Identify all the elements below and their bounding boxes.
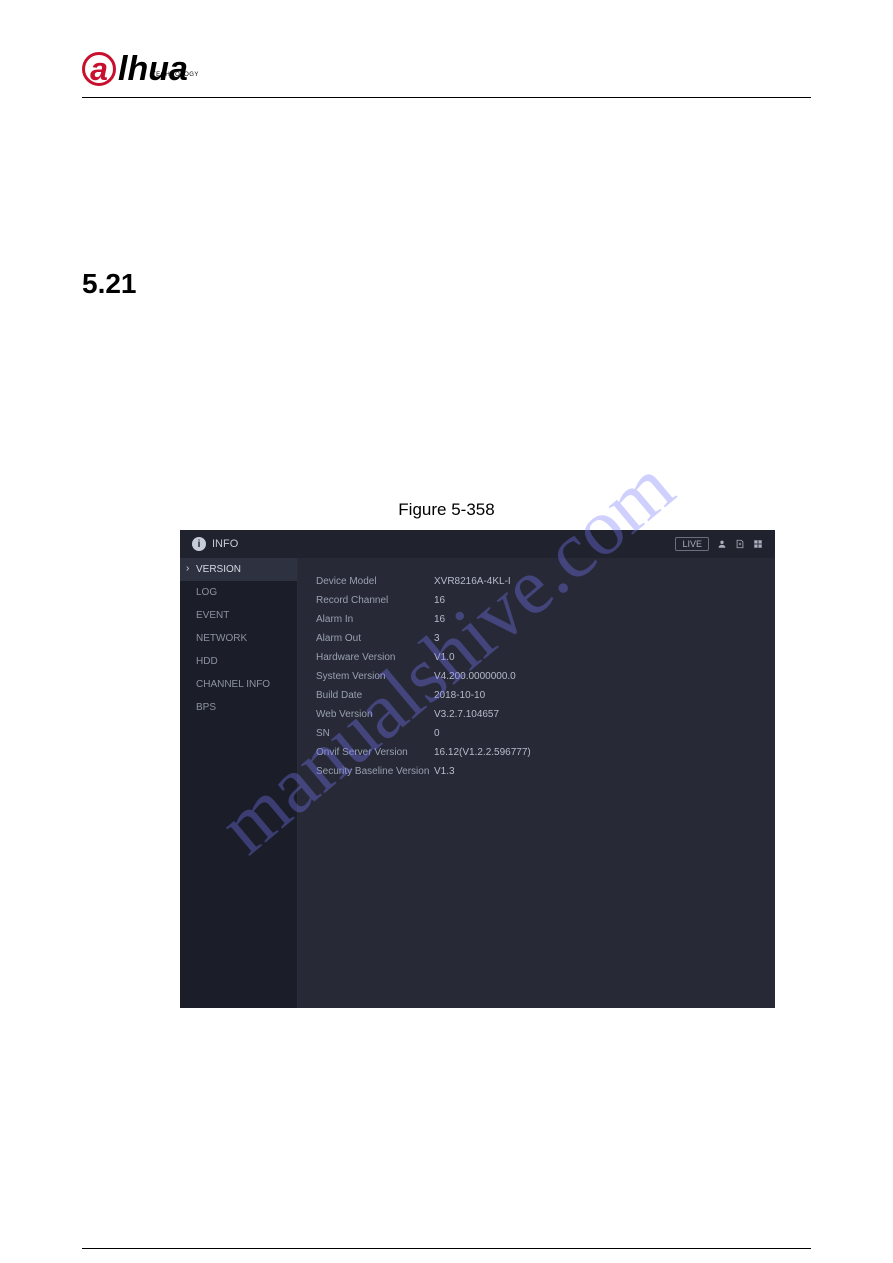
label-record-channel: Record Channel bbox=[316, 595, 434, 606]
sidebar-item-bps[interactable]: BPS bbox=[180, 696, 297, 719]
row-hardware-version: Hardware VersionV1.0 bbox=[316, 648, 757, 667]
sidebar-item-hdd[interactable]: HDD bbox=[180, 650, 297, 673]
row-sn: SN0 bbox=[316, 724, 757, 743]
value-system-version: V4.200.0000000.0 bbox=[434, 671, 516, 682]
sidebar-item-label: LOG bbox=[196, 587, 217, 598]
value-web-version: V3.2.7.104657 bbox=[434, 709, 499, 720]
value-sn: 0 bbox=[434, 728, 440, 739]
sidebar-item-log[interactable]: LOG bbox=[180, 581, 297, 604]
sidebar-item-label: BPS bbox=[196, 702, 216, 713]
label-onvif-version: Onvif Server Version bbox=[316, 747, 434, 758]
user-icon[interactable] bbox=[717, 539, 727, 549]
label-build-date: Build Date bbox=[316, 690, 434, 701]
value-security-baseline: V1.3 bbox=[434, 766, 455, 777]
footer-rule bbox=[82, 1248, 811, 1249]
app-title-group: i INFO bbox=[192, 537, 238, 551]
label-system-version: System Version bbox=[316, 671, 434, 682]
value-device-model: XVR8216A-4KL-I bbox=[434, 576, 511, 587]
app-body: VERSION LOG EVENT NETWORK HDD CHANNEL IN… bbox=[180, 558, 775, 1008]
row-web-version: Web VersionV3.2.7.104657 bbox=[316, 705, 757, 724]
sidebar-item-version[interactable]: VERSION bbox=[180, 558, 297, 581]
figure-caption: Figure 5-358 bbox=[82, 500, 811, 520]
header-logo-row: a lhua TECHNOLOGY bbox=[82, 50, 811, 98]
export-icon[interactable] bbox=[735, 539, 745, 549]
label-hardware-version: Hardware Version bbox=[316, 652, 434, 663]
label-device-model: Device Model bbox=[316, 576, 434, 587]
sidebar-item-label: HDD bbox=[196, 656, 218, 667]
live-badge: LIVE bbox=[675, 537, 709, 551]
row-security-baseline: Security Baseline VersionV1.3 bbox=[316, 762, 757, 781]
value-record-channel: 16 bbox=[434, 595, 445, 606]
row-system-version: System VersionV4.200.0000000.0 bbox=[316, 667, 757, 686]
content-panel: Device ModelXVR8216A-4KL-I Record Channe… bbox=[298, 558, 775, 1008]
sidebar-item-channel-info[interactable]: CHANNEL INFO bbox=[180, 673, 297, 696]
row-build-date: Build Date2018-10-10 bbox=[316, 686, 757, 705]
row-alarm-in: Alarm In16 bbox=[316, 610, 757, 629]
value-alarm-in: 16 bbox=[434, 614, 445, 625]
brand-logo: a lhua TECHNOLOGY bbox=[82, 50, 235, 89]
value-onvif-version: 16.12(V1.2.2.596777) bbox=[434, 747, 531, 758]
row-onvif-version: Onvif Server Version16.12(V1.2.2.596777) bbox=[316, 743, 757, 762]
sidebar-item-label: CHANNEL INFO bbox=[196, 679, 270, 690]
app-header: i INFO LIVE bbox=[180, 530, 775, 558]
value-alarm-out: 3 bbox=[434, 633, 440, 644]
app-header-right: LIVE bbox=[675, 537, 763, 551]
section-number: 5.21 bbox=[82, 268, 811, 300]
sidebar-item-label: EVENT bbox=[196, 610, 229, 621]
sidebar-item-event[interactable]: EVENT bbox=[180, 604, 297, 627]
row-record-channel: Record Channel16 bbox=[316, 591, 757, 610]
label-web-version: Web Version bbox=[316, 709, 434, 720]
row-device-model: Device ModelXVR8216A-4KL-I bbox=[316, 572, 757, 591]
label-sn: SN bbox=[316, 728, 434, 739]
info-icon: i bbox=[192, 537, 206, 551]
logo-text: lhua bbox=[118, 50, 188, 89]
label-alarm-in: Alarm In bbox=[316, 614, 434, 625]
row-alarm-out: Alarm Out3 bbox=[316, 629, 757, 648]
grid-icon[interactable] bbox=[753, 539, 763, 549]
value-build-date: 2018-10-10 bbox=[434, 690, 485, 701]
sidebar: VERSION LOG EVENT NETWORK HDD CHANNEL IN… bbox=[180, 558, 298, 1008]
app-window: i INFO LIVE VERSION LOG EVENT bbox=[180, 530, 775, 1008]
sidebar-item-network[interactable]: NETWORK bbox=[180, 627, 297, 650]
value-hardware-version: V1.0 bbox=[434, 652, 455, 663]
logo-mark-a: a bbox=[82, 52, 116, 86]
sidebar-item-label: NETWORK bbox=[196, 633, 247, 644]
app-title-text: INFO bbox=[212, 538, 238, 550]
label-alarm-out: Alarm Out bbox=[316, 633, 434, 644]
logo-subtext: TECHNOLOGY bbox=[152, 72, 199, 78]
label-security-baseline: Security Baseline Version bbox=[316, 766, 434, 777]
sidebar-item-label: VERSION bbox=[196, 564, 241, 575]
